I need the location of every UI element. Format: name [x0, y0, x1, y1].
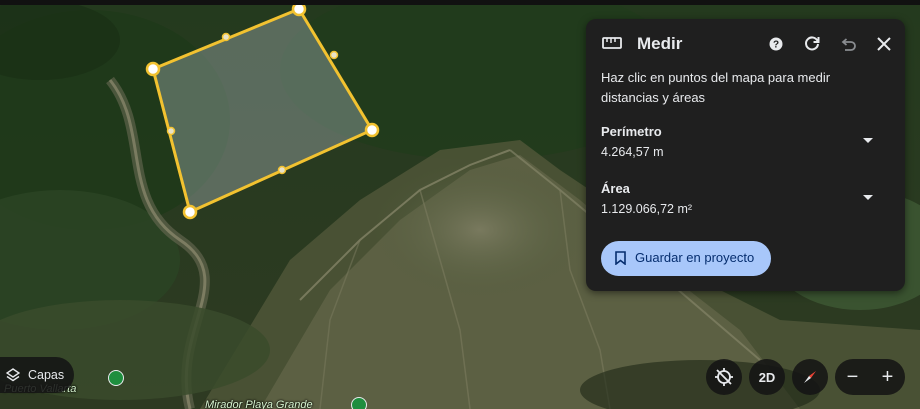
refresh-button[interactable] — [800, 32, 824, 56]
area-row: Área 1.129.066,72 m² — [601, 180, 891, 220]
location-disabled-icon — [715, 368, 733, 386]
chevron-down-icon — [863, 195, 873, 200]
instructions-text: Haz clic en puntos del mapa para medir d… — [601, 70, 831, 105]
vertex-handle[interactable] — [145, 61, 161, 77]
measured-area-polygon[interactable] — [151, 7, 375, 215]
midpoint-handle[interactable] — [166, 126, 176, 136]
my-location-button[interactable] — [706, 359, 742, 395]
close-button[interactable] — [872, 32, 896, 56]
perimeter-value: 4.264,57 m — [601, 145, 664, 159]
compass-icon — [804, 371, 816, 383]
layers-icon — [6, 368, 20, 382]
svg-text:?: ? — [773, 40, 779, 51]
measure-panel: Medir ? Haz clic en puntos del mapa para… — [586, 19, 905, 291]
place-pin-icon[interactable] — [108, 370, 124, 386]
save-to-project-button[interactable]: Guardar en proyecto — [601, 241, 771, 276]
perimeter-label: Perímetro — [601, 124, 662, 139]
undo-button[interactable] — [836, 32, 860, 56]
panel-title: Medir — [637, 34, 683, 53]
midpoint-handle[interactable] — [221, 32, 231, 42]
area-value: 1.129.066,72 m² — [601, 202, 693, 216]
compass-button[interactable] — [792, 359, 828, 395]
toggle-2d-button[interactable]: 2D — [749, 359, 785, 395]
top-edge-bar — [0, 0, 920, 5]
zoom-in-button[interactable]: + — [870, 359, 905, 395]
zoom-controls: − + — [835, 359, 905, 395]
ruler-icon — [602, 37, 622, 49]
place-label-mirador[interactable]: Mirador Playa Grande — [205, 399, 313, 409]
place-pin-icon[interactable] — [351, 397, 367, 409]
perimeter-unit-dropdown[interactable] — [856, 129, 880, 153]
bookmark-icon — [615, 251, 626, 265]
chevron-down-icon — [863, 138, 873, 143]
panel-header: Medir ? — [586, 19, 905, 69]
layers-button[interactable]: Capas — [0, 357, 74, 393]
zoom-out-button[interactable]: − — [835, 359, 870, 395]
close-icon — [877, 37, 891, 51]
save-to-project-label: Guardar en proyecto — [635, 250, 755, 265]
perimeter-row: Perímetro 4.264,57 m — [601, 123, 891, 163]
midpoint-handle[interactable] — [277, 165, 287, 175]
refresh-icon — [805, 36, 820, 51]
area-label: Área — [601, 181, 630, 196]
midpoint-handle[interactable] — [329, 50, 339, 60]
layers-label: Capas — [28, 368, 65, 382]
help-button[interactable]: ? — [764, 32, 788, 56]
vertex-handle[interactable] — [182, 204, 198, 220]
vertex-handle[interactable] — [364, 122, 380, 138]
undo-icon — [841, 38, 856, 51]
area-unit-dropdown[interactable] — [856, 186, 880, 210]
help-icon: ? — [769, 37, 783, 51]
